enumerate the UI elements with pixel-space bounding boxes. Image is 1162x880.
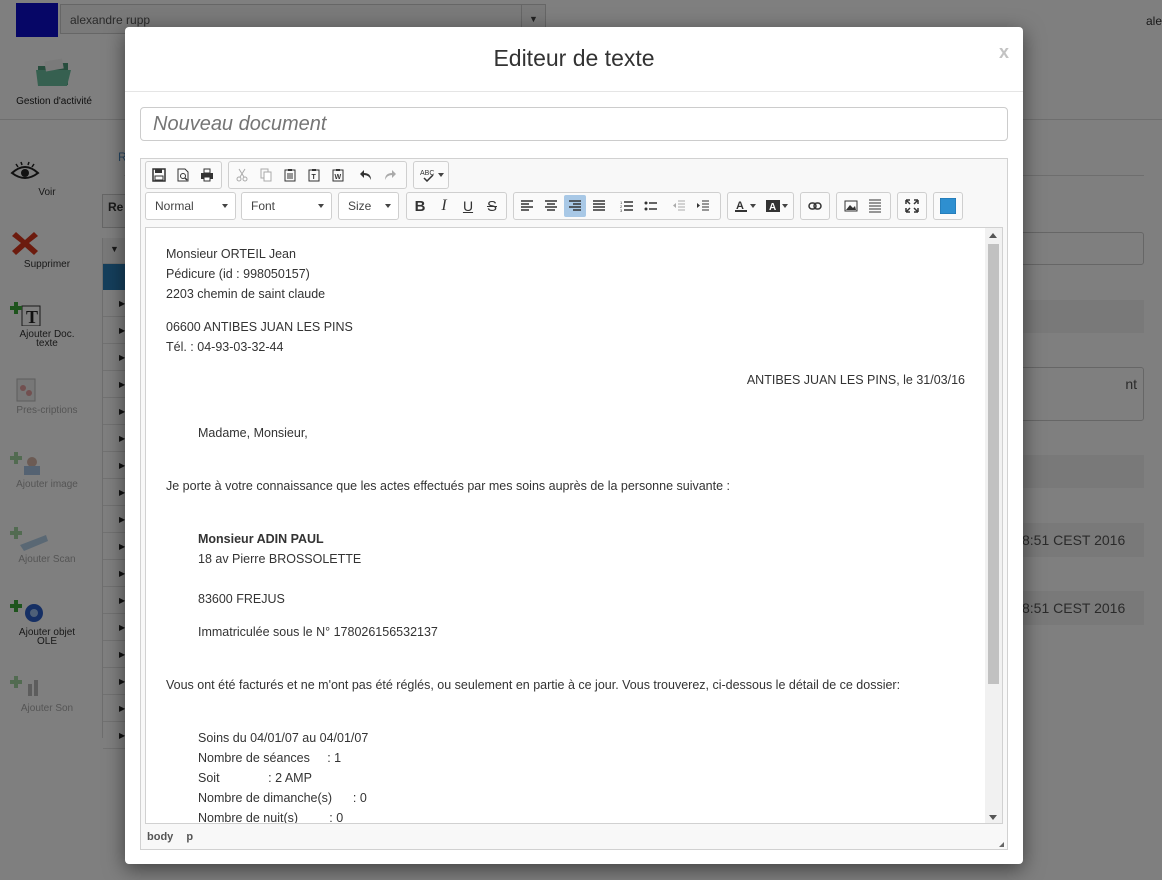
- align-right-icon[interactable]: [564, 195, 586, 217]
- strikethrough-button[interactable]: S: [481, 195, 503, 217]
- bold-button[interactable]: B: [409, 195, 431, 217]
- sender-city: 06600 ANTIBES JUAN LES PINS: [166, 320, 353, 334]
- horizontal-rule-icon[interactable]: [864, 195, 886, 217]
- copy-icon[interactable]: [255, 164, 277, 186]
- toolbar-group-clipboard: T W: [228, 161, 407, 189]
- rich-text-editor: T W ABC Normal Font Size B I U S 1 2 3 A…: [140, 158, 1008, 850]
- font-select[interactable]: Font: [241, 192, 332, 220]
- element-path-bar: body p: [141, 827, 1007, 849]
- intro-paragraph: Je porte à votre connaissance que les ac…: [166, 479, 730, 493]
- svg-text:3: 3: [620, 208, 623, 212]
- scroll-up-icon[interactable]: [989, 233, 997, 238]
- underline-button[interactable]: U: [457, 195, 479, 217]
- size-select-value: Size: [348, 199, 372, 213]
- scroll-down-icon[interactable]: [989, 815, 997, 820]
- dimanches-count: Nombre de dimanche(s) : 0: [198, 791, 367, 805]
- toolbar-group-document: [145, 161, 222, 189]
- text-color-icon[interactable]: A: [730, 195, 760, 217]
- toolbar-group-colors: A A: [727, 192, 794, 220]
- maximize-icon[interactable]: [901, 195, 923, 217]
- image-icon[interactable]: [840, 195, 862, 217]
- document-title-input[interactable]: [140, 107, 1008, 141]
- patient-address: 18 av Pierre BROSSOLETTE: [198, 552, 362, 566]
- spellcheck-icon[interactable]: ABC: [417, 164, 447, 186]
- sender-phone: Tél. : 04-93-03-32-44: [166, 340, 284, 354]
- patient-city: 83600 FREJUS: [198, 592, 285, 606]
- sender-name: Monsieur ORTEIL Jean: [166, 247, 296, 261]
- align-center-icon[interactable]: [540, 195, 562, 217]
- patient-name: Monsieur ADIN PAUL: [198, 532, 324, 546]
- link-icon[interactable]: [804, 195, 826, 217]
- size-select[interactable]: Size: [338, 192, 399, 220]
- toolbar-group-basic-styles: B I U S: [406, 192, 507, 220]
- toolbar-group-links: [800, 192, 830, 220]
- element-path-p[interactable]: p: [186, 831, 193, 843]
- paste-word-icon[interactable]: W: [327, 164, 349, 186]
- close-icon[interactable]: x: [999, 42, 1009, 63]
- svg-text:A: A: [769, 202, 776, 213]
- toolbar-row-2: Normal Font Size B I U S 1 2 3 A A: [145, 192, 1005, 220]
- seances-count: Nombre de séances : 1: [198, 751, 342, 765]
- editor-content-area[interactable]: Monsieur ORTEIL Jean Pédicure (id : 9980…: [145, 227, 1003, 824]
- cut-icon[interactable]: [231, 164, 253, 186]
- soins-period: Soins du 04/01/07 au 04/01/07: [198, 731, 369, 745]
- bulleted-list-icon[interactable]: [640, 195, 662, 217]
- format-select[interactable]: Normal: [145, 192, 236, 220]
- modal-header: Editeur de texte x: [125, 27, 1023, 92]
- modal-title: Editeur de texte: [493, 45, 655, 71]
- resize-handle-icon[interactable]: [999, 842, 1004, 847]
- indent-icon[interactable]: [692, 195, 714, 217]
- font-select-value: Font: [251, 199, 276, 213]
- print-icon[interactable]: [196, 164, 218, 186]
- redo-icon[interactable]: [379, 164, 401, 186]
- align-left-icon[interactable]: [516, 195, 538, 217]
- toolbar-group-source: [933, 192, 963, 220]
- toolbar-group-paragraph: 123: [513, 192, 721, 220]
- undo-icon[interactable]: [355, 164, 377, 186]
- billing-paragraph: Vous ont été facturés et ne m'ont pas ét…: [166, 678, 901, 692]
- salutation: Madame, Monsieur,: [198, 426, 308, 440]
- svg-text:T: T: [312, 174, 317, 181]
- format-select-value: Normal: [155, 199, 194, 213]
- toolbar-group-spellcheck: ABC: [413, 161, 449, 189]
- patient-immatriculation: Immatriculée sous le N° 178026156532137: [198, 625, 438, 639]
- element-path-body[interactable]: body: [147, 831, 173, 843]
- toolbar-row-1: T W ABC: [145, 161, 1005, 189]
- outdent-icon[interactable]: [668, 195, 690, 217]
- color-swatch-button[interactable]: [937, 195, 959, 217]
- sender-role: Pédicure (id : 998050157): [166, 267, 310, 281]
- toolbar-group-insert: [836, 192, 891, 220]
- save-icon[interactable]: [148, 164, 170, 186]
- background-color-icon[interactable]: A: [762, 195, 792, 217]
- sender-address: 2203 chemin de saint claude: [166, 287, 326, 301]
- soit-line: Soit : 2 AMP: [198, 771, 312, 785]
- paste-icon[interactable]: [279, 164, 301, 186]
- paste-text-icon[interactable]: T: [303, 164, 325, 186]
- editor-scrollbar[interactable]: [985, 228, 1002, 823]
- text-editor-modal: Editeur de texte x Nouveau document T W …: [125, 27, 1023, 864]
- scroll-thumb[interactable]: [988, 244, 999, 684]
- italic-button[interactable]: I: [433, 195, 455, 217]
- align-justify-icon[interactable]: [588, 195, 610, 217]
- numbered-list-icon[interactable]: 123: [616, 195, 638, 217]
- toolbar-group-maximize: [897, 192, 927, 220]
- place-date: ANTIBES JUAN LES PINS, le 31/03/16: [746, 373, 965, 387]
- svg-text:W: W: [335, 174, 342, 181]
- nuits-count: Nombre de nuit(s) : 0: [198, 811, 344, 824]
- preview-icon[interactable]: [172, 164, 194, 186]
